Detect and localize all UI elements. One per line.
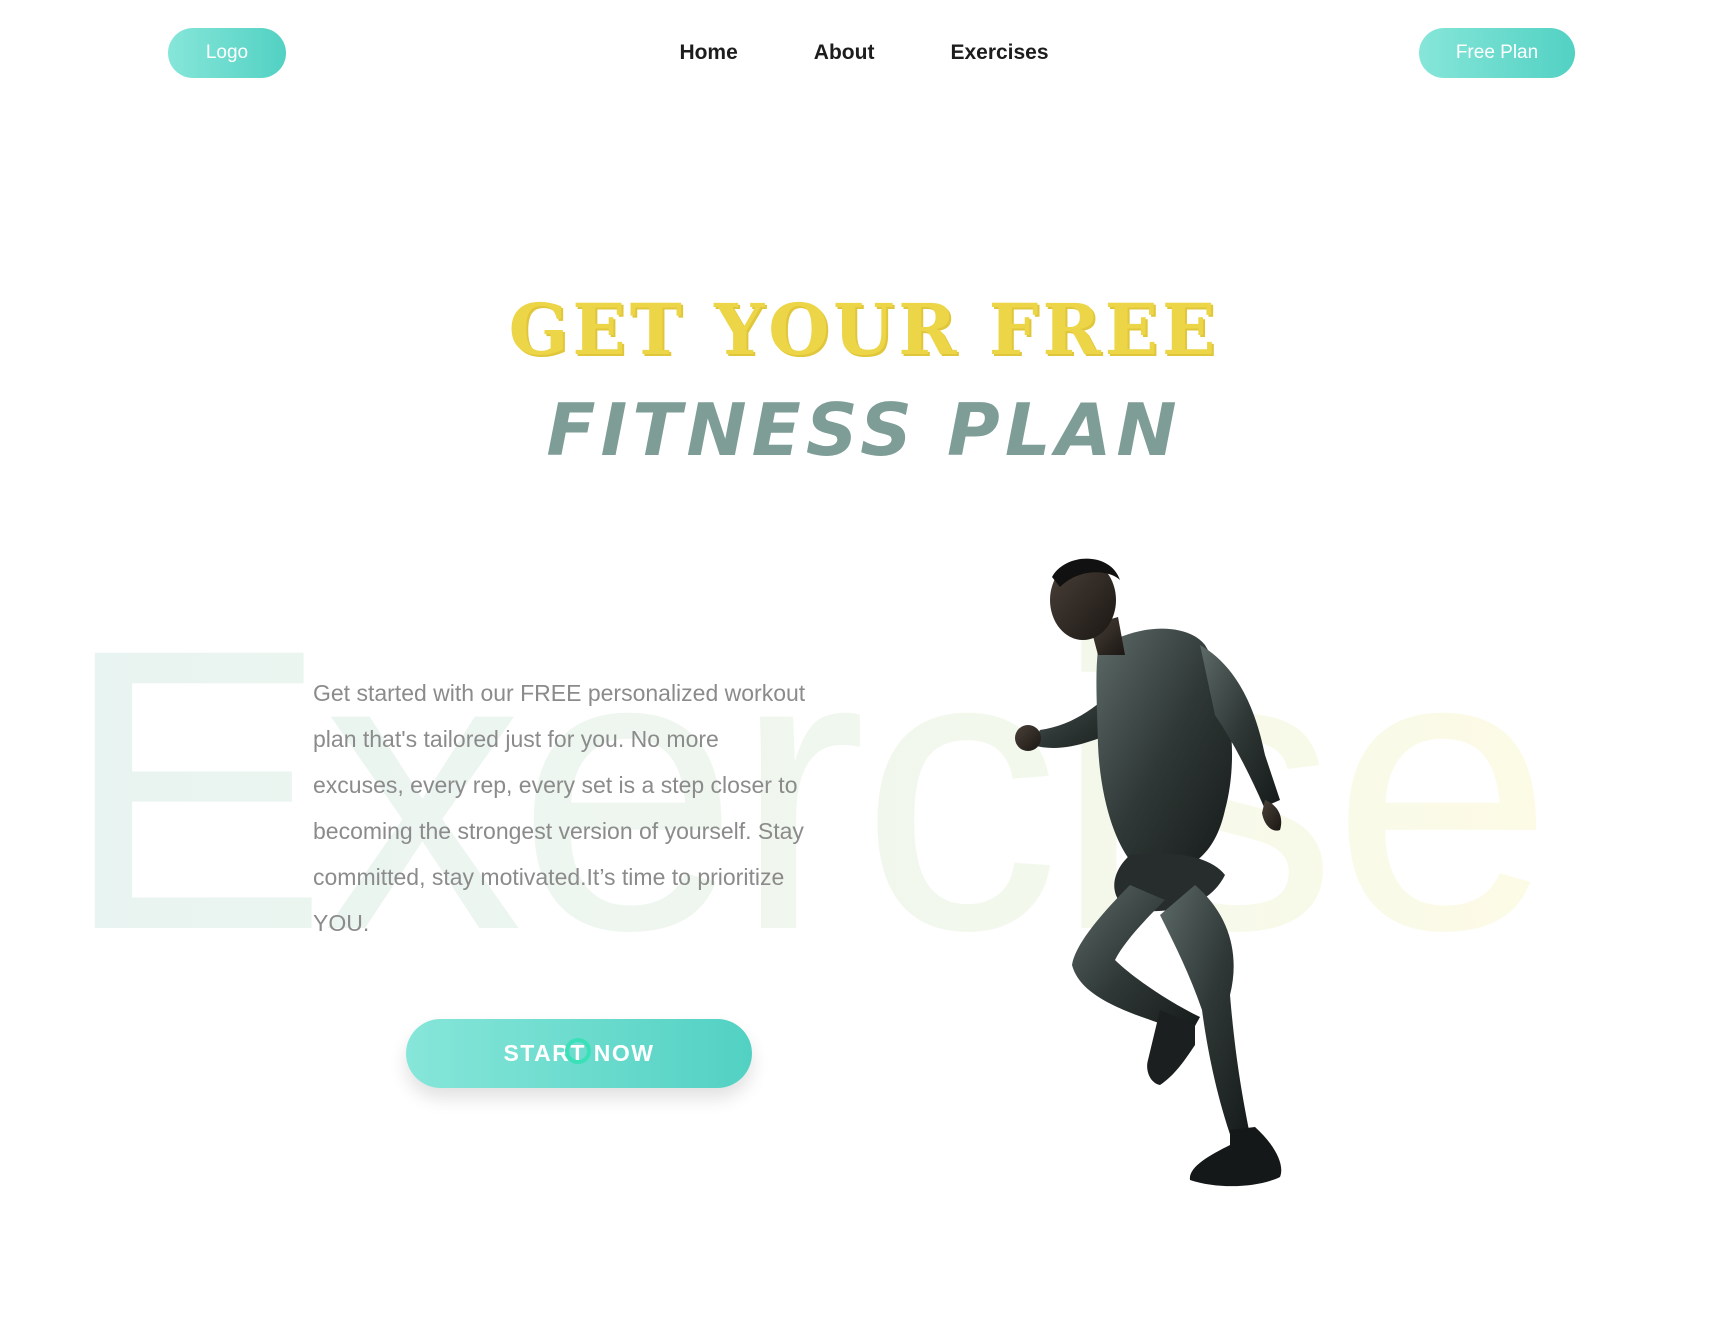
hero-title-line1: GET YOUR FREE xyxy=(508,288,1220,371)
hero-title-line2: FITNESS PLAN xyxy=(546,388,1182,472)
landing-page: Logo Home About Exercises Free Plan Exer… xyxy=(0,0,1728,1327)
runner-image xyxy=(1015,558,1282,1187)
hero-description: Get started with our FREE personalized w… xyxy=(313,680,806,936)
nav-link-home[interactable]: Home xyxy=(679,41,737,65)
nav-link-about[interactable]: About xyxy=(814,41,875,65)
site-header: Logo Home About Exercises Free Plan xyxy=(0,0,1728,110)
start-now-button[interactable]: START NOW xyxy=(406,1019,752,1088)
logo-button[interactable]: Logo xyxy=(168,28,286,78)
nav-link-exercises[interactable]: Exercises xyxy=(950,41,1048,65)
free-plan-button[interactable]: Free Plan xyxy=(1419,28,1575,78)
